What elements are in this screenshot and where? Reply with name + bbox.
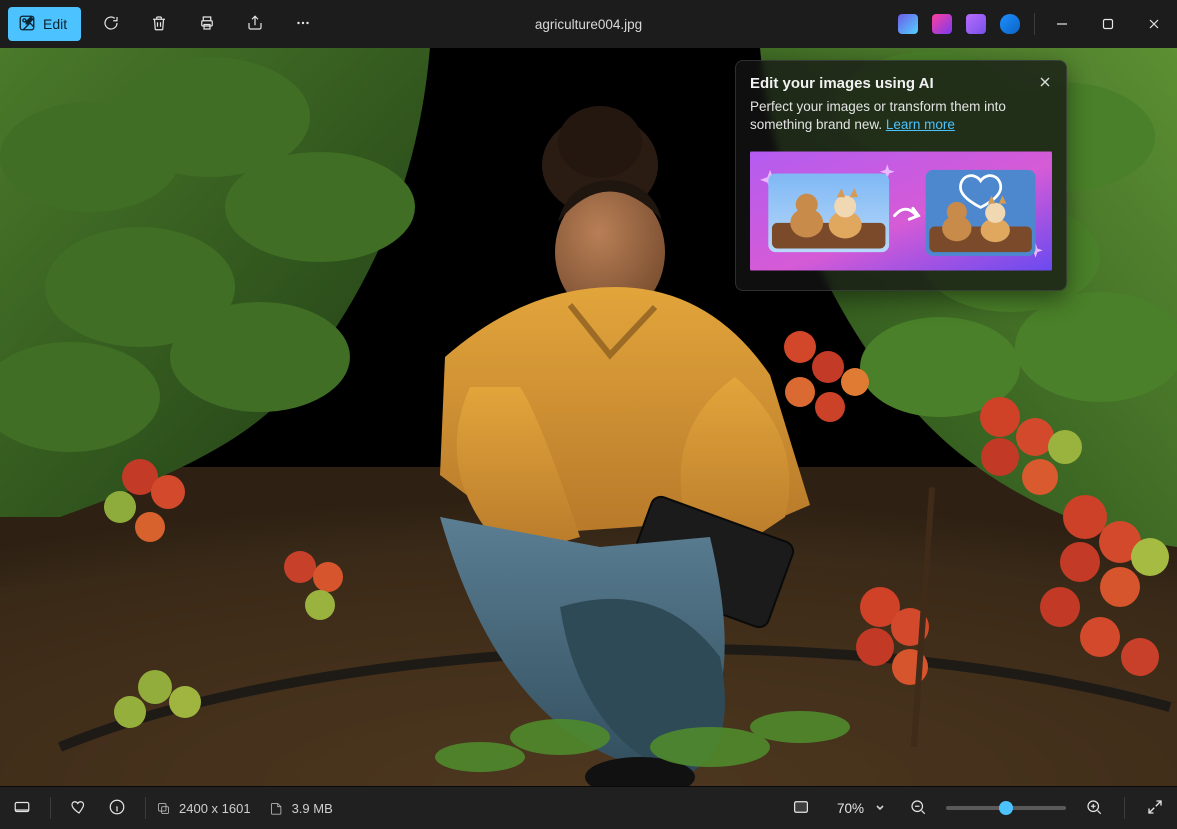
chevron-down-icon: [874, 801, 886, 816]
zoom-level-value: 70%: [837, 801, 864, 816]
ellipsis-icon: [294, 14, 312, 35]
photos-app-icon[interactable]: [898, 14, 918, 34]
zoom-out-icon: [909, 798, 927, 819]
share-icon: [246, 14, 264, 35]
flyout-body-text: Perfect your images or transform them in…: [750, 99, 1006, 132]
divider: [1124, 797, 1125, 819]
dimensions-readout: 2400 x 1601: [156, 801, 251, 816]
print-button[interactable]: [189, 6, 225, 42]
filmstrip-icon: [13, 798, 31, 819]
rotate-icon: [102, 14, 120, 35]
divider: [145, 797, 146, 819]
zoom-in-button[interactable]: [1076, 790, 1112, 826]
fullscreen-icon: [1146, 798, 1164, 819]
fit-to-window-button[interactable]: [783, 790, 819, 826]
toolbar-left: Edit: [8, 6, 321, 42]
rotate-button[interactable]: [93, 6, 129, 42]
delete-button[interactable]: [141, 6, 177, 42]
file-metadata: 2400 x 1601 3.9 MB: [156, 801, 333, 816]
zoom-in-icon: [1085, 798, 1103, 819]
status-right: 70%: [783, 790, 1177, 826]
edit-image-icon: [18, 14, 36, 35]
file-info-button[interactable]: [99, 790, 135, 826]
edit-button[interactable]: Edit: [8, 7, 81, 41]
edit-button-label: Edit: [43, 16, 67, 32]
filesize-value: 3.9 MB: [292, 801, 333, 816]
fullscreen-button[interactable]: [1137, 790, 1173, 826]
fit-window-icon: [792, 798, 810, 819]
heart-icon: [70, 798, 88, 819]
close-icon: [1038, 77, 1052, 92]
flyout-body: Perfect your images or transform them in…: [736, 98, 1066, 146]
share-button[interactable]: [237, 6, 273, 42]
flyout-close-button[interactable]: [1036, 73, 1054, 94]
photos-app-window: Edit: [0, 0, 1177, 829]
dimensions-value: 2400 x 1601: [179, 801, 251, 816]
status-left: 2400 x 1601 3.9 MB: [0, 790, 333, 826]
window-close-button[interactable]: [1131, 0, 1177, 48]
window-maximize-button[interactable]: [1085, 0, 1131, 48]
zoom-level-dropdown[interactable]: 70%: [823, 793, 896, 823]
trash-icon: [150, 14, 168, 35]
zoom-out-button[interactable]: [900, 790, 936, 826]
flyout-learn-more-link[interactable]: Learn more: [886, 117, 955, 132]
more-menu-button[interactable]: [285, 6, 321, 42]
filmstrip-toggle-button[interactable]: [4, 790, 40, 826]
zoom-slider[interactable]: [946, 806, 1066, 810]
image-viewport[interactable]: Edit your images using AI Perfect your i…: [0, 48, 1177, 786]
zoom-slider-thumb[interactable]: [999, 801, 1013, 815]
window-minimize-button[interactable]: [1039, 0, 1085, 48]
info-icon: [108, 798, 126, 819]
filesize-readout: 3.9 MB: [269, 801, 333, 816]
flyout-title: Edit your images using AI: [750, 75, 934, 93]
app-launcher-strip: [898, 14, 1028, 34]
titlebar: Edit: [0, 0, 1177, 48]
titlebar-right: [898, 0, 1177, 48]
ai-edit-promo-flyout: Edit your images using AI Perfect your i…: [735, 60, 1067, 291]
clipchamp-app-icon[interactable]: [932, 14, 952, 34]
designer-app-icon[interactable]: [966, 14, 986, 34]
divider: [1034, 13, 1035, 35]
favorite-button[interactable]: [61, 790, 97, 826]
status-bar: 2400 x 1601 3.9 MB: [0, 786, 1177, 829]
divider: [50, 797, 51, 819]
flyout-preview-image: [750, 146, 1052, 276]
print-icon: [198, 14, 216, 35]
onedrive-app-icon[interactable]: [1000, 14, 1020, 34]
